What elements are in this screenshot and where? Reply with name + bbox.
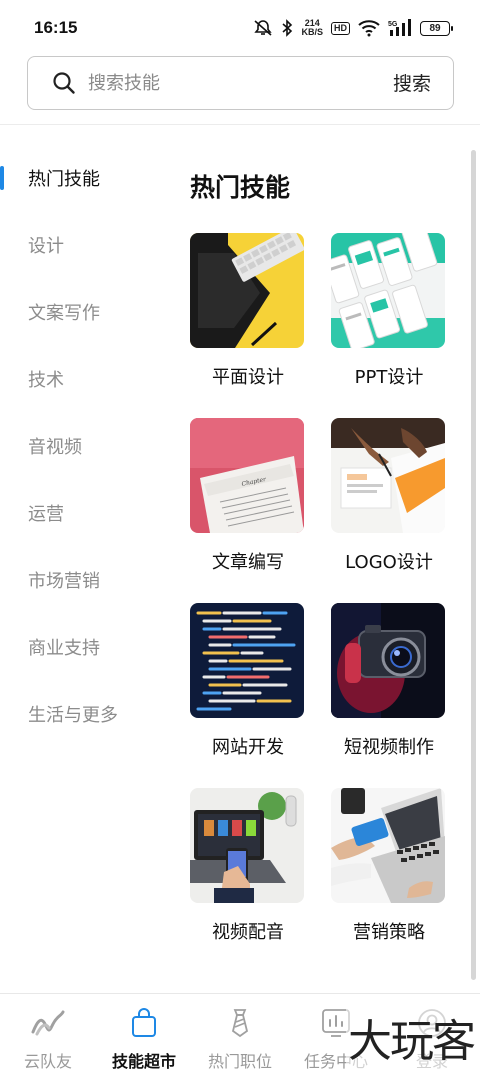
short-video-image: [331, 603, 445, 718]
tile-label: LOGO设计: [345, 552, 433, 573]
watermark: 大玩客: [346, 1005, 476, 1069]
shopping-bag-icon: [130, 1008, 158, 1042]
search-input[interactable]: [88, 70, 348, 96]
search-icon: [52, 71, 76, 99]
category-hot-skills[interactable]: 热门技能: [28, 165, 100, 191]
skill-tile-ppt-design[interactable]: PPT设计: [331, 233, 447, 389]
scrollbar[interactable]: [471, 150, 476, 980]
signal-icon: 5G: [388, 19, 412, 37]
status-icons: 214 KB/S HD 5G 89: [253, 16, 453, 40]
tile-label: PPT设计: [354, 367, 424, 388]
skill-tile-marketing-strategy[interactable]: 营销策略: [331, 788, 447, 944]
ppt-design-image: [331, 233, 445, 348]
nav-label: 技能超市: [111, 1052, 176, 1071]
section-title: 热门技能: [190, 173, 291, 202]
speed-unit: KB/S: [301, 27, 323, 37]
header-divider: [0, 124, 480, 125]
video-dubbing-image: [190, 788, 304, 903]
category-operations[interactable]: 运营: [28, 500, 64, 526]
skill-tile-logo-design[interactable]: LOGO设计: [331, 418, 447, 574]
logo-design-image: [331, 418, 445, 533]
mute-icon: [253, 19, 273, 37]
article-writing-image: Chapter: [190, 418, 304, 533]
wifi-icon: [358, 19, 380, 37]
category-business-support[interactable]: 商业支持: [28, 634, 100, 660]
graphic-design-image: [190, 233, 304, 348]
skill-tile-graphic-design[interactable]: 平面设计: [190, 233, 306, 389]
nav-label: 热门职位: [207, 1052, 272, 1071]
category-tech[interactable]: 技术: [28, 366, 64, 392]
skill-tile-video-dubbing[interactable]: 视频配音: [190, 788, 306, 944]
nav-skill-market[interactable]: 技能超市: [96, 994, 192, 1073]
status-bar: 16:15 214 KB/S HD 5G 89: [0, 0, 480, 56]
category-copywriting[interactable]: 文案写作: [28, 299, 100, 325]
nav-label: 云队友: [23, 1052, 72, 1071]
category-life-more[interactable]: 生活与更多: [28, 701, 118, 727]
web-development-image: [190, 603, 304, 718]
bluetooth-icon: [281, 19, 293, 37]
category-audio-video[interactable]: 音视频: [28, 433, 82, 459]
tile-label: 短视频制作: [344, 737, 434, 758]
network-speed: 214 KB/S: [301, 19, 323, 37]
tile-label: 营销策略: [353, 922, 425, 943]
tile-label: 网站开发: [212, 737, 284, 758]
category-marketing[interactable]: 市场营销: [28, 567, 100, 593]
category-design[interactable]: 设计: [28, 232, 64, 258]
active-category-indicator: [0, 166, 4, 190]
skill-tile-web-development[interactable]: 网站开发: [190, 603, 306, 759]
tie-icon: [228, 1008, 252, 1042]
search-bar: 搜索: [27, 56, 454, 110]
skill-tile-article-writing[interactable]: Chapter 文章编写: [190, 418, 306, 574]
skill-tile-short-video[interactable]: 短视频制作: [331, 603, 447, 759]
svg-text:5G: 5G: [388, 21, 398, 28]
hd-badge: HD: [331, 21, 350, 35]
status-time: 16:15: [34, 18, 78, 37]
tile-label: 文章编写: [212, 552, 284, 573]
battery-icon: 89: [420, 20, 453, 36]
marketing-strategy-image: [331, 788, 445, 903]
tile-label: 平面设计: [212, 367, 284, 388]
nav-cloud-teammate[interactable]: 云队友: [0, 994, 96, 1073]
search-button[interactable]: 搜索: [393, 69, 431, 96]
nav-hot-jobs[interactable]: 热门职位: [192, 994, 288, 1073]
cloud-teammate-icon: [31, 1008, 65, 1042]
tile-label: 视频配音: [212, 922, 284, 943]
